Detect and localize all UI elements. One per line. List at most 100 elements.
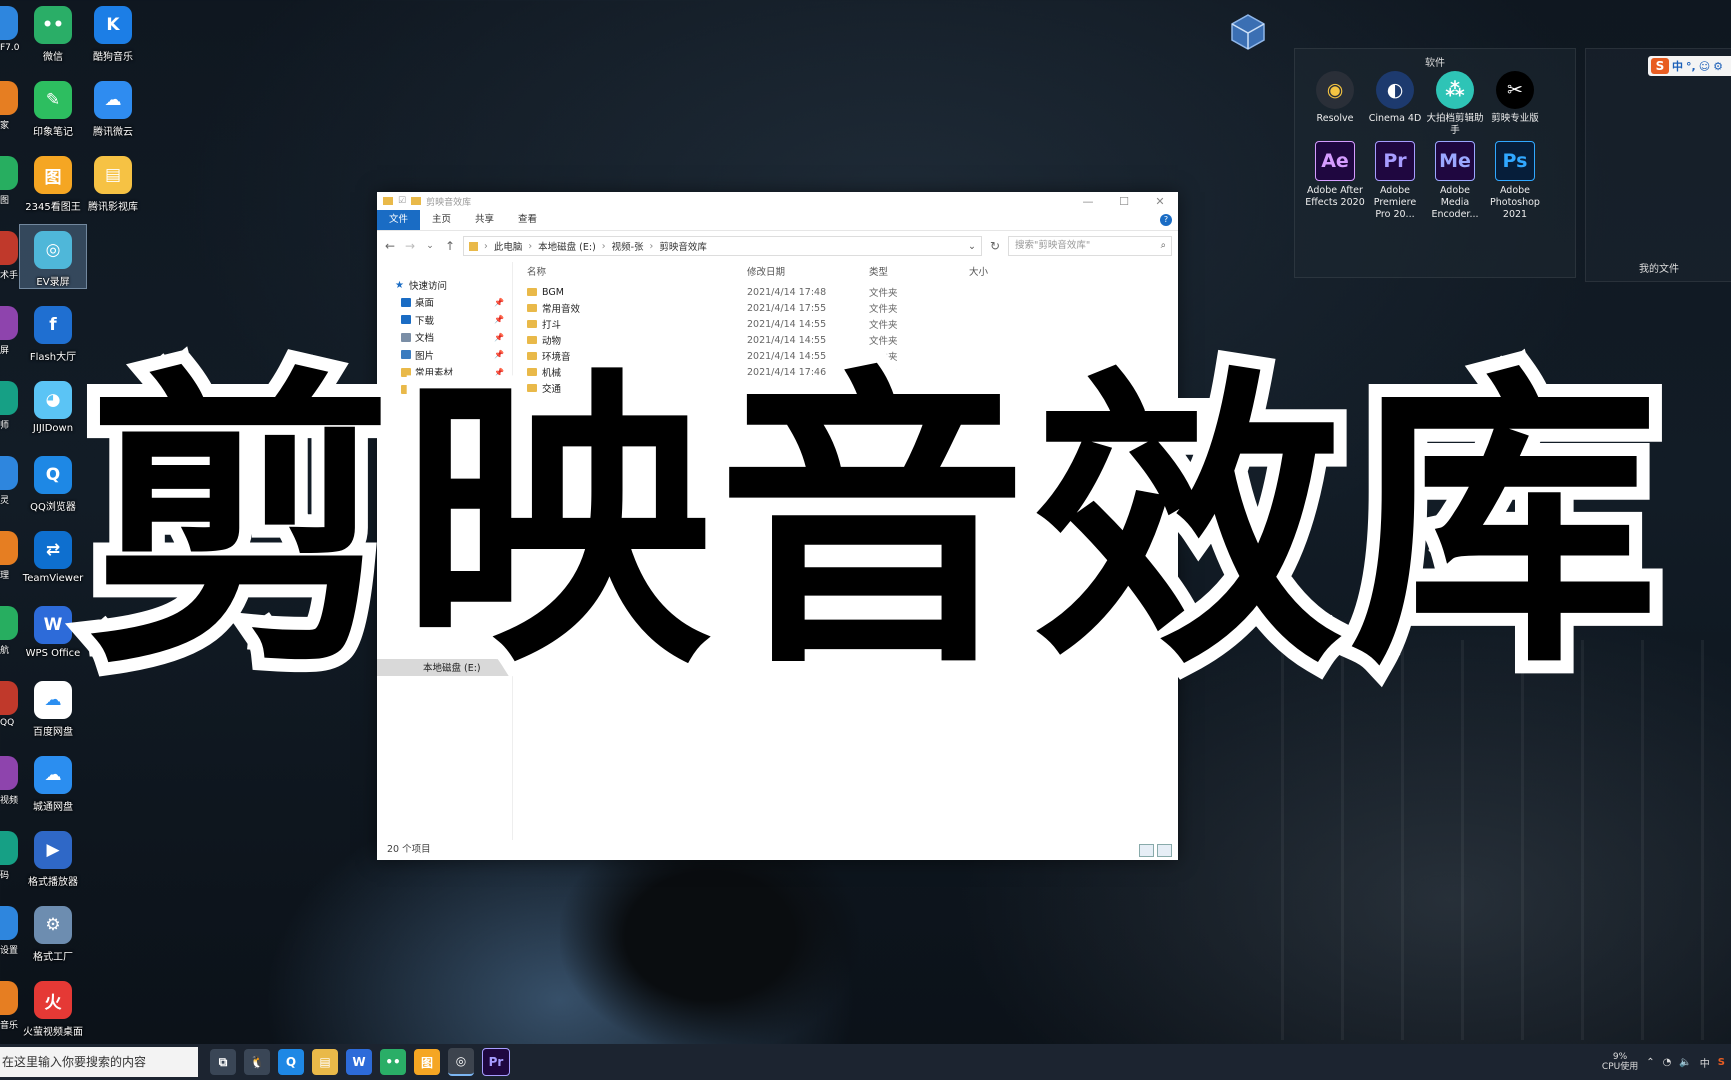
desktop-icon-partial[interactable]: QQ xyxy=(0,681,18,728)
breadcrumb-item[interactable]: 此电脑 xyxy=(494,239,523,253)
ime-settings-icon[interactable]: ⚙ xyxy=(1713,60,1723,73)
desktop-icon-partial[interactable]: 家 xyxy=(0,81,18,131)
nav-item[interactable]: 下载 📌 xyxy=(377,311,512,329)
sogou-tray-icon[interactable]: S xyxy=(1718,1057,1725,1068)
desktop-icon-partial[interactable]: 灵 xyxy=(0,456,18,506)
tab-home[interactable]: 主页 xyxy=(420,210,463,230)
pin-icon[interactable]: 📌 xyxy=(494,298,504,307)
desktop-icon-partial[interactable]: 屏 xyxy=(0,306,18,356)
desktop-icon[interactable]: 图 2345看图王 xyxy=(20,150,86,213)
quick-access-toolbar-icon[interactable]: ☑ xyxy=(398,196,406,206)
table-row[interactable]: 打斗 2021/4/14 14:55 文件夹 xyxy=(513,316,1178,332)
breadcrumb-item[interactable]: 剪映音效库 xyxy=(659,239,707,253)
fence-app[interactable]: ◐ Cinema 4D xyxy=(1365,71,1425,125)
desktop-icon-partial[interactable]: 术手 xyxy=(0,231,18,281)
desktop-icon[interactable]: ✎ 印象笔记 xyxy=(20,75,86,138)
taskbar-search-input[interactable]: 在这里输入你要搜索的内容 xyxy=(0,1047,198,1077)
desktop-icon[interactable]: ⇄ TeamViewer xyxy=(20,525,86,584)
desktop-icon[interactable]: ▶ 格式播放器 xyxy=(20,825,86,888)
chevron-down-icon[interactable]: ⌄ xyxy=(968,241,976,252)
search-icon[interactable]: ⌕ xyxy=(1161,237,1166,255)
sogou-ime-icon[interactable]: S xyxy=(1651,58,1669,74)
tray-language[interactable]: 中 xyxy=(1700,1055,1710,1070)
desktop-icon[interactable]: •• 微信 xyxy=(20,0,86,63)
fence-app[interactable]: Ps Adobe Photoshop 2021 xyxy=(1485,141,1545,221)
qq-browser-icon[interactable]: Q xyxy=(278,1049,304,1075)
desktop-icon-partial[interactable]: 设置 xyxy=(0,906,18,956)
desktop-icon-partial[interactable]: 视频 xyxy=(0,756,18,806)
chevron-up-icon[interactable]: ⌃ xyxy=(1646,1057,1654,1068)
ev-recorder-icon[interactable]: ◎ xyxy=(448,1048,474,1076)
file-explorer-icon[interactable]: ▤ xyxy=(312,1049,338,1075)
help-icon[interactable]: ? xyxy=(1160,214,1172,226)
desktop-icon[interactable]: ◎ EV录屏 xyxy=(19,224,87,289)
search-input[interactable]: 搜索"剪映音效库" ⌕ xyxy=(1008,236,1172,256)
tab-file[interactable]: 文件 xyxy=(377,210,421,230)
desktop-icon-partial[interactable]: 航 xyxy=(0,606,18,656)
desktop-icon-partial[interactable]: 图 xyxy=(0,156,18,206)
refresh-icon[interactable]: ↻ xyxy=(988,239,1002,253)
desktop-icon-partial[interactable]: 码 xyxy=(0,831,18,881)
column-name[interactable]: 名称 xyxy=(527,262,747,284)
tab-share[interactable]: 共享 xyxy=(463,210,506,230)
cube-widget-icon[interactable] xyxy=(1228,12,1268,52)
desktop-icon[interactable]: ☁ 腾讯微云 xyxy=(80,75,146,138)
wps-icon[interactable]: W xyxy=(346,1049,372,1075)
fence-app[interactable]: ◉ Resolve xyxy=(1305,71,1365,125)
qq-icon[interactable]: 🐧 xyxy=(244,1049,270,1075)
desktop-icon[interactable]: ⚙ 格式工厂 xyxy=(20,900,86,963)
ime-emoji-icon[interactable]: ☺ xyxy=(1699,60,1710,73)
breadcrumb-item[interactable]: 视频-张 xyxy=(612,239,644,253)
large-icons-view-icon[interactable] xyxy=(1157,844,1172,857)
ime-mode[interactable]: 中 xyxy=(1672,58,1683,74)
fence-app[interactable]: Ae Adobe After Effects 2020 xyxy=(1305,141,1365,209)
nav-item[interactable]: 桌面 📌 xyxy=(377,294,512,312)
fence-app[interactable]: ✂ 剪映专业版 xyxy=(1485,71,1545,125)
desktop-icon-partial[interactable]: 音乐 xyxy=(0,981,18,1031)
task-view-icon[interactable]: ⧉ xyxy=(210,1049,236,1075)
wechat-icon[interactable]: •• xyxy=(380,1049,406,1075)
desktop-icon[interactable]: 火火萤视频桌面 xyxy=(20,975,86,1038)
desktop-icon[interactable]: f Flash大厅 xyxy=(20,300,86,363)
fence-app[interactable]: Pr Adobe Premiere Pro 20... xyxy=(1365,141,1425,221)
desktop-icon-partial[interactable]: F7.0 xyxy=(0,6,20,53)
desktop-icon[interactable]: ◕ JIJIDown xyxy=(20,375,86,434)
app-icon xyxy=(0,456,18,490)
breadcrumb[interactable]: › 此电脑 › 本地磁盘 (E:) › 视频-张 › 剪映音效库 ⌄ xyxy=(463,236,982,256)
chevron-down-icon[interactable]: ⌄ xyxy=(423,241,437,251)
fence-app[interactable]: Me Adobe Media Encoder... xyxy=(1425,141,1485,221)
column-date[interactable]: 修改日期 xyxy=(747,262,869,284)
desktop-icon-partial[interactable]: 师 xyxy=(0,381,18,431)
desktop-icon[interactable]: ☁ 城通网盘 xyxy=(20,750,86,813)
cpu-meter[interactable]: 9% CPU使用 xyxy=(1602,1052,1638,1072)
volume-icon[interactable]: 🔈 xyxy=(1679,1057,1691,1068)
breadcrumb-item[interactable]: 本地磁盘 (E:) xyxy=(538,239,596,253)
desktop-icon[interactable]: ▤ 腾讯影视库 xyxy=(80,150,146,213)
desktop-icon[interactable]: K 酷狗音乐 xyxy=(80,0,146,63)
premiere-pro-icon[interactable]: Pr xyxy=(482,1048,510,1076)
desktop-icon[interactable]: ☁ 百度网盘 xyxy=(20,675,86,738)
maximize-button[interactable]: ☐ xyxy=(1106,195,1142,208)
ime-toolbar[interactable]: S 中 °, ☺ ⚙ xyxy=(1648,56,1731,76)
details-view-icon[interactable] xyxy=(1139,844,1154,857)
table-row[interactable]: 常用音效 2021/4/14 17:55 文件夹 xyxy=(513,300,1178,316)
desktop-icon-partial[interactable]: 理 xyxy=(0,531,18,581)
close-button[interactable]: ✕ xyxy=(1142,195,1178,208)
pin-icon[interactable]: 📌 xyxy=(494,333,504,342)
image-viewer-icon[interactable]: 图 xyxy=(414,1049,440,1075)
minimize-button[interactable]: — xyxy=(1070,195,1106,208)
network-icon[interactable]: ◔ xyxy=(1663,1057,1672,1068)
tab-view[interactable]: 查看 xyxy=(506,210,549,230)
pin-icon[interactable]: 📌 xyxy=(494,315,504,324)
desktop-icon[interactable]: Q QQ浏览器 xyxy=(20,450,86,513)
back-arrow-icon[interactable]: ← xyxy=(383,239,397,253)
up-arrow-icon[interactable]: ↑ xyxy=(443,239,457,253)
column-size[interactable]: 大小 xyxy=(969,262,1029,284)
nav-item[interactable]: ★ 快速访问 xyxy=(377,276,512,294)
column-type[interactable]: 类型 xyxy=(869,262,969,284)
table-row[interactable]: BGM 2021/4/14 17:48 文件夹 xyxy=(513,284,1178,300)
forward-arrow-icon[interactable]: → xyxy=(403,239,417,253)
ime-punct-icon[interactable]: °, xyxy=(1686,60,1696,73)
desktop-icon[interactable]: W WPS Office xyxy=(20,600,86,659)
fence-app[interactable]: ⁂ 大拍档剪辑助手 xyxy=(1425,71,1485,137)
